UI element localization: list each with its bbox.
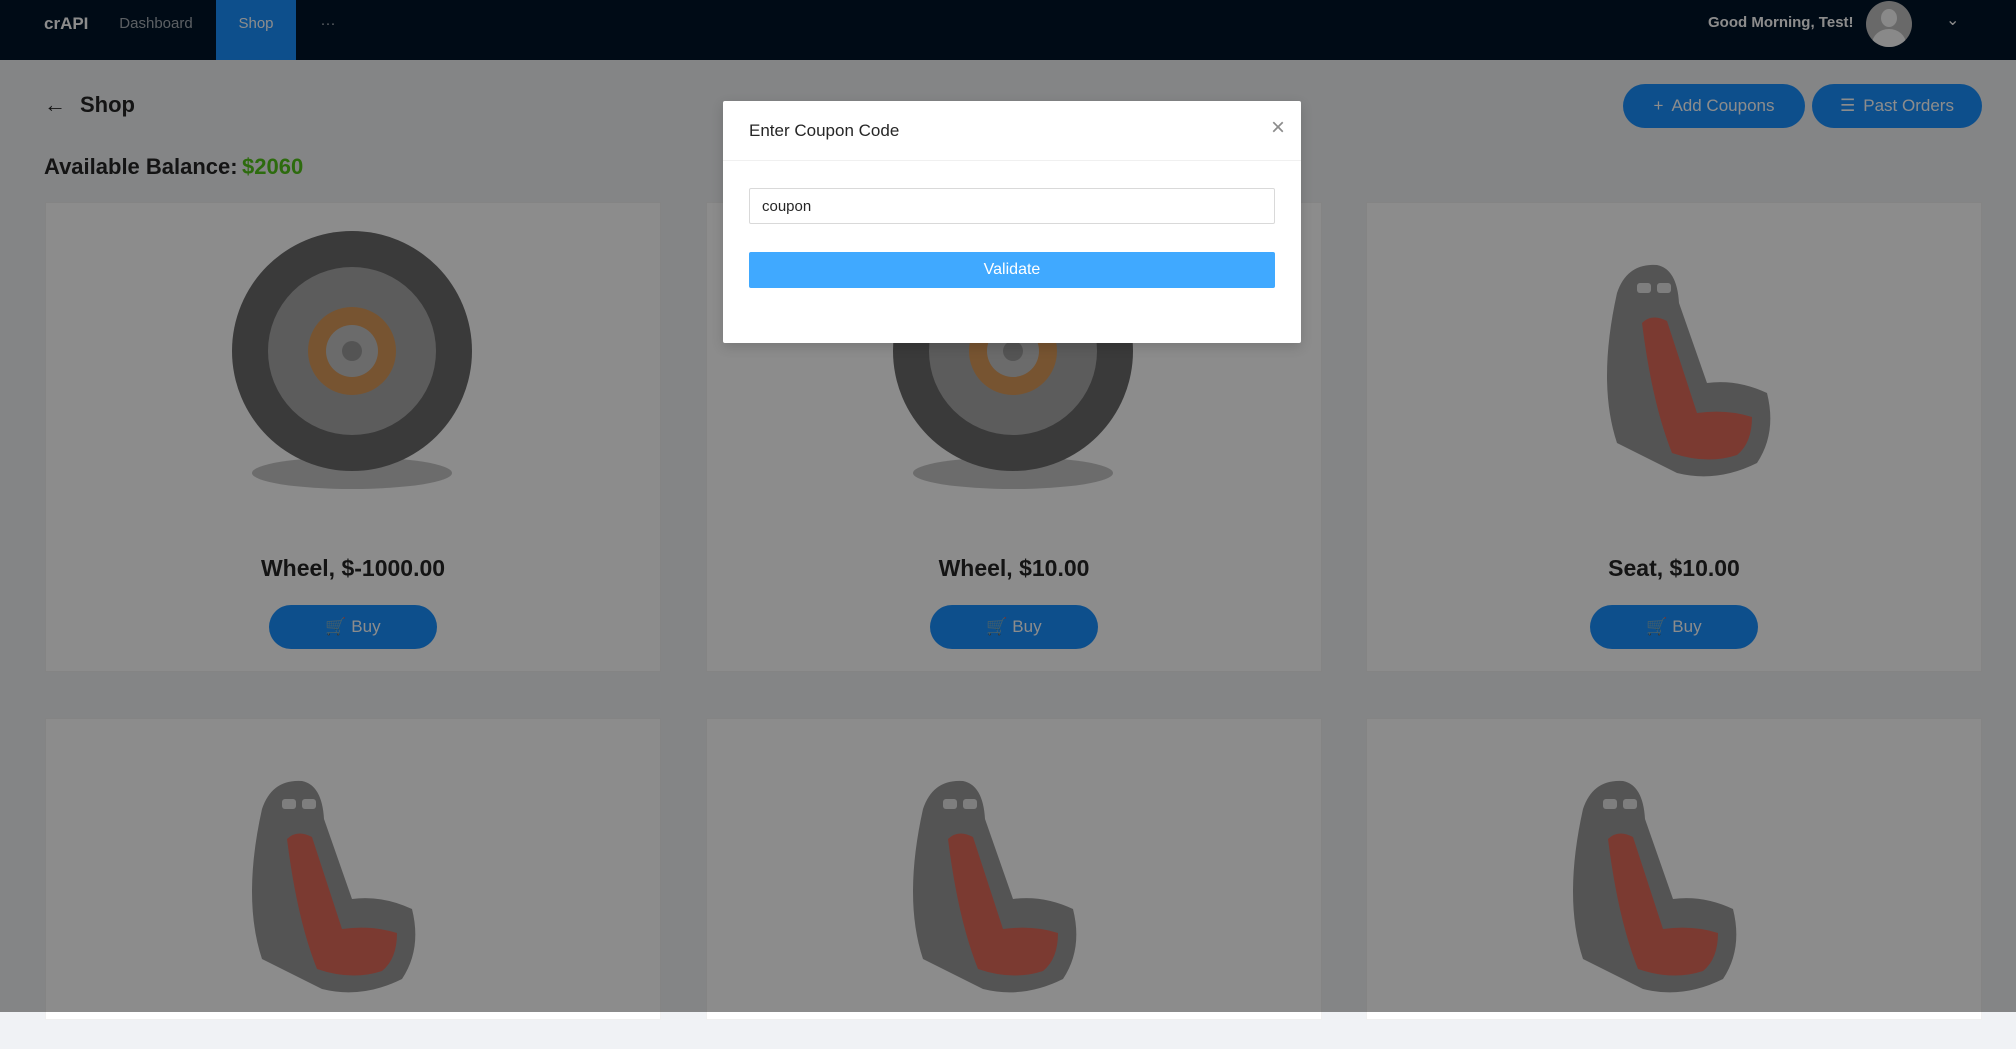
coupon-modal: Enter Coupon Code × Validate xyxy=(723,101,1301,343)
close-icon[interactable]: × xyxy=(1263,113,1293,143)
modal-header: Enter Coupon Code × xyxy=(723,101,1301,161)
modal-title: Enter Coupon Code xyxy=(749,121,900,140)
validate-button[interactable]: Validate xyxy=(749,252,1275,288)
coupon-code-input[interactable] xyxy=(749,188,1275,224)
